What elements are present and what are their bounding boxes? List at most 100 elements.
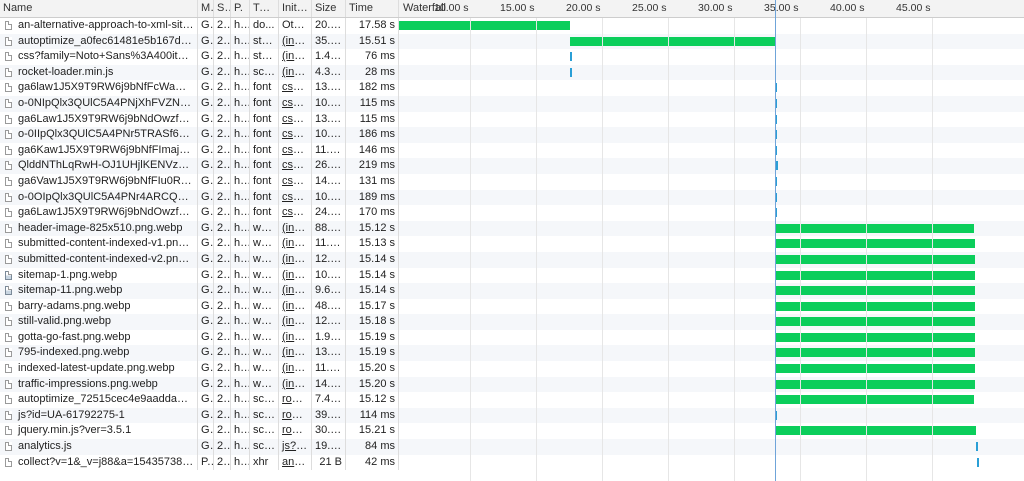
table-row[interactable]: analytics.jsG...2...h...scri...js?id...1… [0, 439, 1024, 455]
request-initiator[interactable]: css?f... [279, 205, 312, 221]
waterfall-bar[interactable] [975, 442, 978, 452]
request-name[interactable]: sitemap-11.png.webp [0, 283, 198, 299]
waterfall-bar[interactable] [774, 379, 976, 389]
table-row[interactable]: js?id=UA-61792275-1G...2...h...scri...ro… [0, 407, 1024, 424]
table-row[interactable]: traffic-impressions.png.webpG...2...h...… [0, 376, 1024, 393]
request-initiator[interactable]: rock... [279, 392, 312, 408]
request-initiator[interactable]: (inde... [279, 345, 312, 362]
column-header-initiator[interactable]: Initia... [279, 0, 312, 17]
request-name[interactable]: analytics.js [0, 439, 198, 455]
request-initiator[interactable]: (inde... [279, 376, 312, 393]
request-initiator[interactable]: css?f... [279, 142, 312, 159]
request-name[interactable]: o-0NIpQlx3QUlC5A4PNjXhFVZNy8x2pqP... [0, 95, 198, 112]
waterfall-bar[interactable] [774, 223, 975, 233]
request-initiator[interactable]: css?f... [279, 127, 312, 143]
request-name[interactable]: submitted-content-indexed-v1.png.webp [0, 236, 198, 252]
request-name[interactable]: still-valid.png.webp [0, 314, 198, 330]
request-name[interactable]: submitted-content-indexed-v2.png.webp [0, 251, 198, 268]
request-initiator[interactable]: (inde... [279, 251, 312, 268]
waterfall-bar[interactable] [774, 364, 976, 374]
request-name[interactable]: css?family=Noto+Sans%3A400italic%2C7... [0, 49, 198, 65]
column-header-method[interactable]: M. [198, 0, 214, 17]
request-initiator[interactable]: analy... [279, 454, 312, 471]
waterfall-bar[interactable] [774, 270, 975, 280]
waterfall-bar[interactable] [774, 254, 975, 264]
table-row[interactable]: collect?v=1&_v=j88&a=154357380&t=pa...P.… [0, 454, 1024, 471]
waterfall-bar[interactable] [399, 21, 571, 30]
request-name[interactable]: an-alternative-approach-to-xml-sitemaps/ [0, 18, 198, 34]
request-initiator[interactable]: (inde... [279, 361, 312, 377]
table-row[interactable]: still-valid.png.webpG...2...h...we...(in… [0, 314, 1024, 330]
request-name[interactable]: autoptimize_72515cec4e9aadda4d16f5ea... [0, 392, 198, 408]
table-row[interactable]: rocket-loader.min.jsG...2...h2scri...(in… [0, 64, 1024, 81]
request-name[interactable]: gotta-go-fast.png.webp [0, 329, 198, 346]
table-row[interactable]: barry-adams.png.webpG...2...h...we...(in… [0, 298, 1024, 315]
waterfall-bar[interactable] [774, 317, 976, 327]
waterfall-bar[interactable] [774, 426, 976, 436]
request-name[interactable]: ga6law1J5X9T9RW6j9bNfFcWaDq8fMU.w... [0, 80, 198, 96]
column-header-name[interactable]: Name [0, 0, 198, 17]
request-name[interactable]: autoptimize_a0fec61481e5b167d990fee2... [0, 33, 198, 50]
request-initiator[interactable]: (inde... [279, 314, 312, 330]
table-row[interactable]: ga6Law1J5X9T9RW6j9bNdOwzfReece9LO...G...… [0, 111, 1024, 128]
request-name[interactable]: ga6Law1J5X9T9RW6j9bNdOwzfReece9LO... [0, 111, 198, 128]
request-initiator[interactable]: css?f... [279, 95, 312, 112]
table-row[interactable]: o-0OIpQlx3QUlC5A4PNr4ARCQ_mu72Bi...G...2… [0, 189, 1024, 206]
request-initiator[interactable]: (inde... [279, 298, 312, 315]
table-row[interactable]: submitted-content-indexed-v2.png.webpG..… [0, 251, 1024, 268]
table-row[interactable]: ga6law1J5X9T9RW6j9bNfFcWaDq8fMU.w...G...… [0, 80, 1024, 96]
request-name[interactable]: indexed-latest-update.png.webp [0, 361, 198, 377]
request-name[interactable]: o-0OIpQlx3QUlC5A4PNr4ARCQ_mu72Bi... [0, 189, 198, 206]
table-row[interactable]: indexed-latest-update.png.webpG...2...h.… [0, 361, 1024, 377]
table-row[interactable]: gotta-go-fast.png.webpG...2...h...we...(… [0, 329, 1024, 346]
table-row[interactable]: 795-indexed.png.webpG...2...h...we...(in… [0, 345, 1024, 362]
waterfall-bar[interactable] [774, 286, 975, 296]
table-row[interactable]: an-alternative-approach-to-xml-sitemaps/… [0, 18, 1024, 34]
table-row[interactable]: sitemap-1.png.webpG...2...h...we...(inde… [0, 267, 1024, 284]
request-initiator[interactable]: (inde... [279, 329, 312, 346]
request-name[interactable]: sitemap-1.png.webp [0, 267, 198, 284]
table-row[interactable]: autoptimize_a0fec61481e5b167d990fee2...G… [0, 33, 1024, 50]
request-initiator[interactable]: (inde... [279, 220, 312, 237]
table-row[interactable]: ga6Kaw1J5X9T9RW6j9bNfFImajC7XsdBM...G...… [0, 142, 1024, 159]
request-initiator[interactable]: (index) [279, 33, 312, 50]
column-header-protocol[interactable]: P. [231, 0, 250, 17]
request-initiator[interactable]: css?f... [279, 173, 312, 190]
request-name[interactable]: QlddNThLqRwH-OJ1UHjlKENVzkWGVkL3... [0, 158, 198, 174]
request-initiator[interactable]: css?f... [279, 80, 312, 96]
request-initiator[interactable]: (inde... [279, 236, 312, 252]
waterfall-bar[interactable] [774, 348, 976, 358]
table-row[interactable]: header-image-825x510.png.webpG...2...h..… [0, 220, 1024, 237]
request-name[interactable]: js?id=UA-61792275-1 [0, 407, 198, 424]
table-row[interactable]: ga6Vaw1J5X9T9RW6j9bNfFIu0RWuc-VMG...G...… [0, 173, 1024, 190]
column-header-status[interactable]: S. [214, 0, 231, 17]
waterfall-bar[interactable] [774, 395, 975, 405]
table-row[interactable]: autoptimize_72515cec4e9aadda4d16f5ea...G… [0, 392, 1024, 408]
request-initiator[interactable]: (inde... [279, 283, 312, 299]
request-initiator[interactable]: (index) [279, 49, 312, 65]
request-name[interactable]: collect?v=1&_v=j88&a=154357380&t=pa... [0, 454, 198, 471]
waterfall-bar[interactable] [774, 301, 976, 311]
table-row[interactable]: sitemap-11.png.webpG...2...h...we...(ind… [0, 283, 1024, 299]
request-name[interactable]: o-0IIpQlx3QUlC5A4PNr5TRASf6M7Q.woff2 [0, 127, 198, 143]
request-initiator[interactable]: css?f... [279, 158, 312, 174]
request-name[interactable]: 795-indexed.png.webp [0, 345, 198, 362]
request-name[interactable]: jquery.min.js?ver=3.5.1 [0, 423, 198, 440]
waterfall-bar[interactable] [774, 332, 976, 342]
table-row[interactable]: jquery.min.js?ver=3.5.1G...2...h...scri.… [0, 423, 1024, 440]
waterfall-bar[interactable] [976, 457, 979, 467]
table-row[interactable]: css?family=Noto+Sans%3A400italic%2C7...G… [0, 49, 1024, 65]
request-name[interactable]: ga6Vaw1J5X9T9RW6j9bNfFIu0RWuc-VMG... [0, 173, 198, 190]
request-initiator[interactable]: rock... [279, 423, 312, 440]
request-name[interactable]: ga6Law1J5X9T9RW6j9bNdOwzfRmece9L... [0, 205, 198, 221]
table-row[interactable]: submitted-content-indexed-v1.png.webpG..… [0, 236, 1024, 252]
waterfall-bar[interactable] [570, 67, 573, 77]
request-name[interactable]: ga6Kaw1J5X9T9RW6j9bNfFImajC7XsdBM... [0, 142, 198, 159]
column-header-time[interactable]: Time [346, 0, 399, 17]
request-initiator[interactable]: (inde... [279, 267, 312, 284]
waterfall-bar[interactable] [570, 36, 775, 46]
table-row[interactable]: o-0IIpQlx3QUlC5A4PNr5TRASf6M7Q.woff2G...… [0, 127, 1024, 143]
table-row[interactable]: o-0NIpQlx3QUlC5A4PNjXhFVZNy8x2pqP...G...… [0, 95, 1024, 112]
waterfall-bar[interactable] [774, 239, 975, 249]
request-name[interactable]: barry-adams.png.webp [0, 298, 198, 315]
